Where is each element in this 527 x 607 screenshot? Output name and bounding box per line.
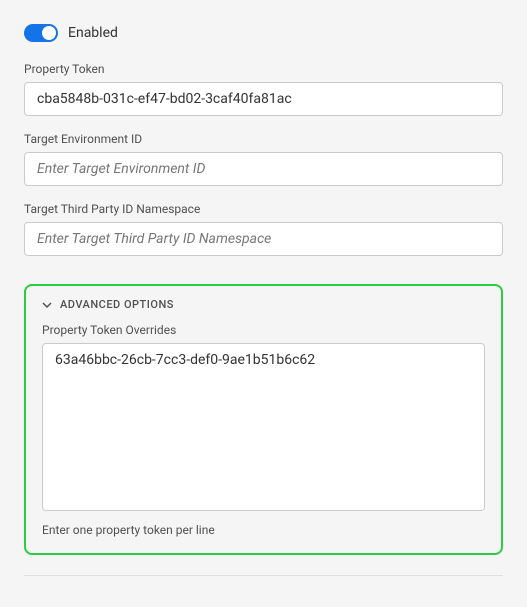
property-token-overrides-label: Property Token Overrides — [42, 323, 485, 337]
toggle-knob — [42, 26, 56, 40]
advanced-options-header[interactable]: ADVANCED OPTIONS — [42, 298, 485, 311]
property-token-overrides-textarea[interactable] — [42, 343, 485, 511]
property-token-input[interactable] — [24, 82, 503, 116]
target-environment-id-input[interactable] — [24, 152, 503, 186]
target-environment-id-field-group: Target Environment ID — [24, 132, 503, 186]
target-environment-id-label: Target Environment ID — [24, 132, 503, 146]
target-third-party-id-namespace-field-group: Target Third Party ID Namespace — [24, 202, 503, 256]
advanced-options-section: ADVANCED OPTIONS Property Token Override… — [24, 284, 503, 555]
divider — [24, 575, 503, 576]
target-third-party-id-namespace-input[interactable] — [24, 222, 503, 256]
enabled-toggle[interactable] — [24, 24, 58, 42]
advanced-options-title: ADVANCED OPTIONS — [60, 298, 174, 311]
chevron-down-icon — [42, 300, 52, 310]
property-token-label: Property Token — [24, 62, 503, 76]
property-token-field-group: Property Token — [24, 62, 503, 116]
target-third-party-id-namespace-label: Target Third Party ID Namespace — [24, 202, 503, 216]
enabled-label: Enabled — [68, 25, 118, 41]
property-token-overrides-helper: Enter one property token per line — [42, 523, 485, 537]
